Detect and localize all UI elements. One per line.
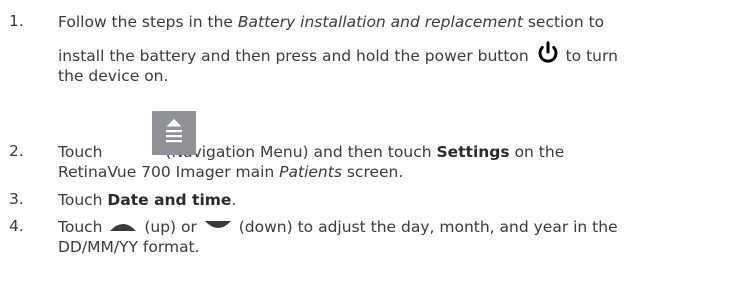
step-text: (Navigation Menu) and then touch [160,143,437,161]
step-text: Touch [58,143,103,161]
step-text: DD/MM/YY format. [58,238,200,256]
up-arrow-icon [110,223,137,231]
step-text: screen. [341,163,404,181]
step-text: (down) to adjust the day, month, and yea… [233,218,618,236]
step-text: RetinaVue 700 Imager main [58,163,280,181]
eject-menu-icon [166,119,182,143]
instruction-list: 1. Follow the steps in the Battery insta… [0,0,741,305]
step-text: Follow the steps in the [58,13,238,31]
step-text: section to [522,13,605,31]
step-2-text: Touch (Navigation Menu) and then touch S… [58,111,735,182]
step-text: on the [509,143,565,161]
step-number: 4. [9,217,24,235]
step-text: (up) or [139,218,202,236]
step-number: 3. [9,190,24,208]
step-text: the device on. [58,67,169,85]
step-text: . [231,191,237,209]
section-reference: Battery installation and replacement [237,13,523,31]
step-number: 1. [9,12,24,30]
step-3-text: Touch Date and time. [58,190,735,210]
power-icon [538,40,558,63]
step-text: to turn [560,47,618,65]
screen-name: Patients [279,163,342,181]
step-4-text: Touch (up) or (down) to adjust the day, … [58,217,735,257]
step-number: 2. [9,142,24,160]
down-arrow-icon [204,220,231,228]
navigation-menu-icon [152,111,196,155]
ui-label: Date and time [107,191,232,209]
step-text: Touch [58,218,108,236]
step-text: install the battery and then press and h… [58,47,534,65]
step-1-text: Follow the steps in the Battery installa… [58,12,735,86]
ui-label: Settings [436,143,510,161]
step-text: Touch [58,191,108,209]
